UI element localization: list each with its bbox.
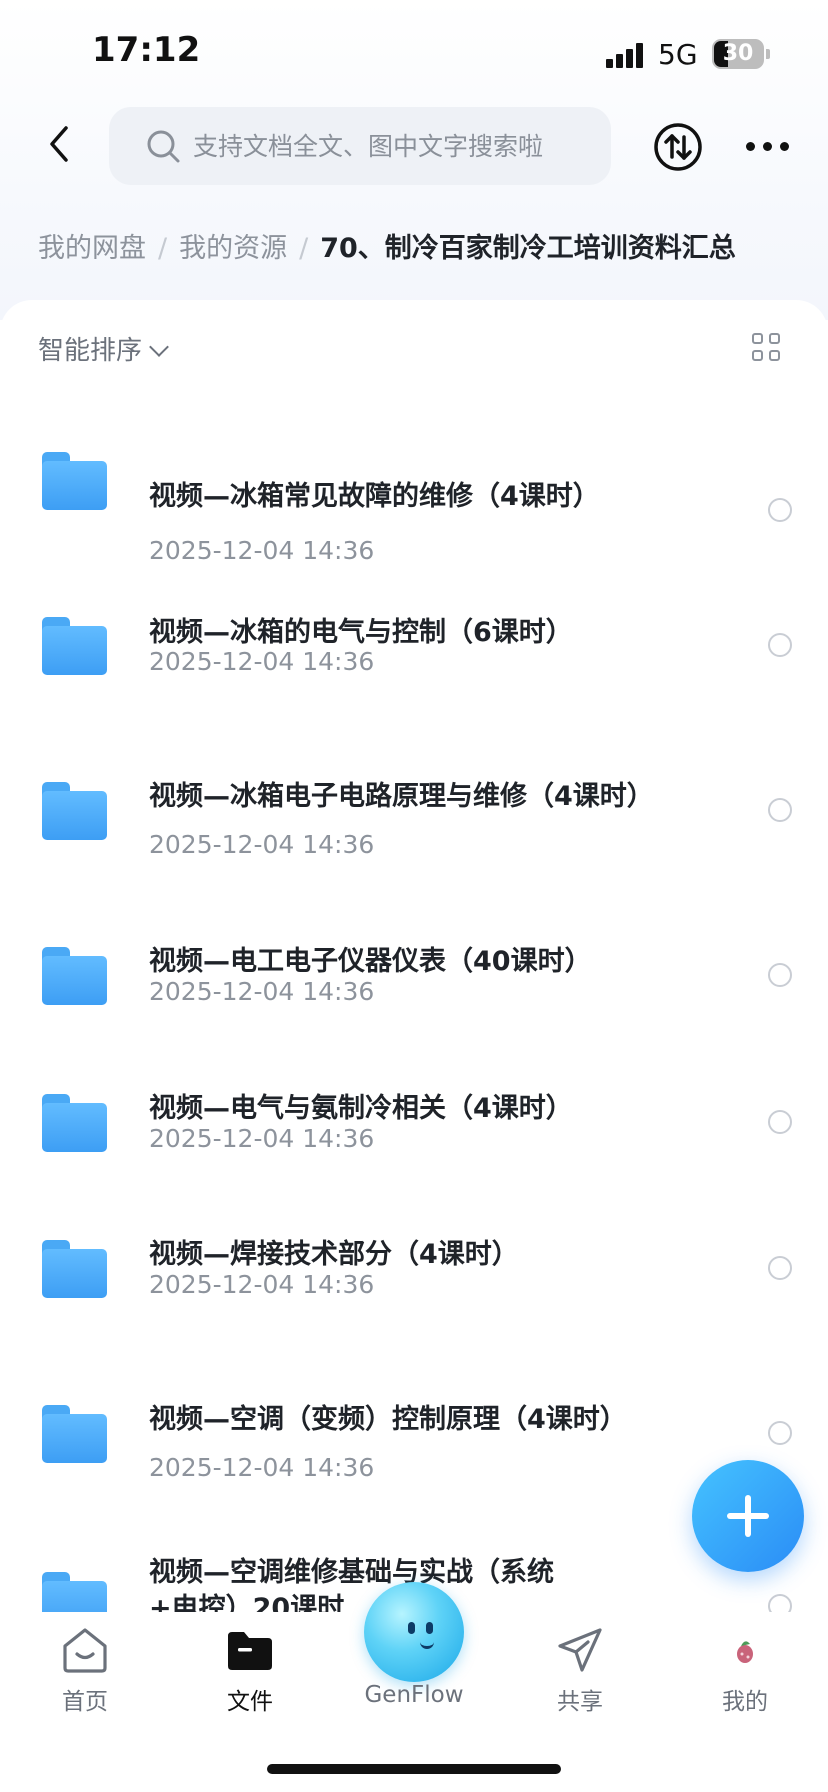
file-name: 视频—冰箱的电气与控制（6课时） bbox=[149, 617, 573, 648]
select-radio[interactable] bbox=[768, 1110, 792, 1134]
file-date: 2025-12-04 14:36 bbox=[149, 1124, 375, 1153]
profile-avatar-icon bbox=[725, 1630, 765, 1670]
folder-icon bbox=[42, 947, 107, 1005]
battery-tip bbox=[766, 49, 770, 59]
more-dot bbox=[763, 142, 772, 151]
tab-label: 我的 bbox=[722, 1689, 768, 1715]
search-bar[interactable] bbox=[109, 107, 611, 185]
plus-icon bbox=[745, 1495, 751, 1537]
tab-label: 文件 bbox=[227, 1689, 273, 1715]
breadcrumb-item-my-resources[interactable]: 我的资源 bbox=[179, 233, 287, 264]
chevron-left-icon bbox=[50, 126, 68, 162]
file-name: 视频—冰箱电子电路原理与维修（4课时） bbox=[149, 781, 654, 812]
file-date: 2025-12-04 14:36 bbox=[149, 1453, 375, 1482]
chevron-down-icon bbox=[149, 337, 169, 357]
file-row[interactable]: 视频—冰箱电子电路原理与维修（4课时） 2025-12-04 14:36 bbox=[0, 750, 828, 890]
folder-icon bbox=[228, 1632, 272, 1670]
file-date: 2025-12-04 14:36 bbox=[149, 977, 375, 1006]
folder-icon bbox=[42, 617, 107, 675]
grid-view-icon bbox=[752, 333, 763, 344]
share-icon bbox=[558, 1628, 602, 1672]
file-row[interactable]: 视频—电气与氨制冷相关（4课时） 2025-12-04 14:36 bbox=[0, 1062, 828, 1202]
grid-view-icon bbox=[769, 333, 780, 344]
folder-icon bbox=[42, 1405, 107, 1463]
folder-icon bbox=[42, 1240, 107, 1298]
sort-label: 智能排序 bbox=[38, 336, 143, 366]
file-row[interactable]: 视频—冰箱常见故障的维修（4课时） 2025-12-04 14:36 bbox=[0, 420, 828, 565]
file-list: 视频—冰箱常见故障的维修（4课时） 2025-12-04 14:36 视频—冰箱… bbox=[0, 390, 828, 1612]
tab-genflow[interactable]: GenFlow bbox=[349, 1616, 479, 1708]
tab-label: 共享 bbox=[557, 1689, 603, 1715]
folder-icon bbox=[42, 452, 107, 510]
file-name: 视频—焊接技术部分（4课时） bbox=[149, 1239, 519, 1270]
transfer-button[interactable] bbox=[653, 122, 703, 172]
file-name: 视频—电气与氨制冷相关（4课时） bbox=[149, 1093, 573, 1124]
tab-label: 首页 bbox=[62, 1689, 108, 1715]
home-indicator bbox=[267, 1764, 561, 1774]
file-name: 视频—空调（变频）控制原理（4课时） bbox=[149, 1404, 627, 1435]
search-icon bbox=[147, 130, 180, 163]
folder-icon bbox=[42, 782, 107, 840]
file-date: 2025-12-04 14:36 bbox=[149, 647, 375, 676]
select-radio[interactable] bbox=[768, 498, 792, 522]
file-row[interactable]: 视频—电工电子仪器仪表（40课时） 2025-12-04 14:36 bbox=[0, 915, 828, 1055]
transfer-icon bbox=[654, 123, 702, 171]
file-name: 视频—空调维修基础与实战（系统 bbox=[149, 1557, 554, 1588]
file-date: 2025-12-04 14:36 bbox=[149, 536, 375, 565]
select-radio[interactable] bbox=[768, 1256, 792, 1280]
file-row[interactable]: 视频—焊接技术部分（4课时） 2025-12-04 14:36 bbox=[0, 1208, 828, 1348]
tab-me[interactable]: 我的 bbox=[680, 1616, 810, 1715]
file-date: 2025-12-04 14:36 bbox=[149, 1270, 375, 1299]
more-button[interactable] bbox=[744, 130, 792, 162]
more-dot bbox=[746, 142, 755, 151]
grid-view-button[interactable] bbox=[752, 333, 782, 363]
home-icon bbox=[63, 1628, 107, 1673]
add-button[interactable] bbox=[692, 1460, 804, 1572]
tab-label: GenFlow bbox=[364, 1682, 464, 1708]
signal-icon bbox=[606, 42, 646, 68]
select-radio[interactable] bbox=[768, 1421, 792, 1445]
tab-share[interactable]: 共享 bbox=[515, 1616, 645, 1715]
status-time: 17:12 bbox=[92, 30, 201, 70]
file-date: 2025-12-04 14:36 bbox=[149, 830, 375, 859]
file-name-line2: +电控）20课时 bbox=[149, 1593, 345, 1612]
breadcrumb-current: 70、制冷百家制冷工培训资料汇总 bbox=[320, 233, 736, 264]
select-radio[interactable] bbox=[768, 633, 792, 657]
grid-view-icon bbox=[752, 350, 763, 361]
select-radio[interactable] bbox=[768, 1594, 792, 1612]
file-name: 视频—电工电子仪器仪表（40课时） bbox=[149, 946, 592, 977]
search-input[interactable] bbox=[193, 107, 593, 185]
file-name: 视频—冰箱常见故障的维修（4课时） bbox=[149, 481, 600, 512]
file-row[interactable]: 视频—冰箱的电气与控制（6课时） 2025-12-04 14:36 bbox=[0, 585, 828, 725]
network-label: 5G bbox=[658, 38, 698, 71]
breadcrumb: 我的网盘 / 我的资源 / 70、制冷百家制冷工培训资料汇总 bbox=[38, 226, 736, 266]
battery-level: 30 bbox=[722, 41, 754, 66]
back-button[interactable] bbox=[42, 122, 80, 166]
select-radio[interactable] bbox=[768, 798, 792, 822]
breadcrumb-separator: / bbox=[299, 233, 309, 264]
more-dot bbox=[780, 142, 789, 151]
tab-home[interactable]: 首页 bbox=[20, 1616, 150, 1715]
breadcrumb-separator: / bbox=[158, 233, 168, 264]
grid-view-icon bbox=[769, 350, 780, 361]
folder-icon bbox=[42, 1572, 107, 1612]
folder-icon bbox=[42, 1094, 107, 1152]
battery-icon: 30 bbox=[712, 39, 764, 69]
breadcrumb-item-my-drive[interactable]: 我的网盘 bbox=[38, 233, 146, 264]
sort-button[interactable]: 智能排序 bbox=[38, 330, 169, 370]
tab-files[interactable]: 文件 bbox=[185, 1616, 315, 1715]
select-radio[interactable] bbox=[768, 963, 792, 987]
